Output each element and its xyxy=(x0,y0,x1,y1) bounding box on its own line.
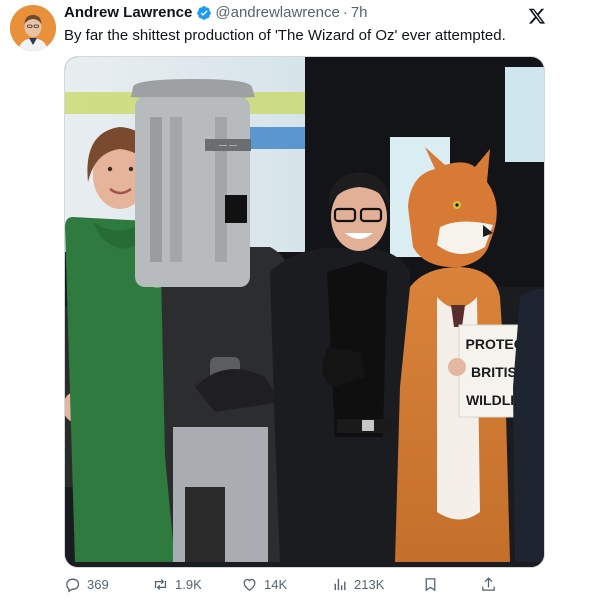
avatar-photo xyxy=(10,5,56,51)
author-name[interactable]: Andrew Lawrence xyxy=(64,4,192,21)
reply-icon xyxy=(66,578,80,592)
like-button[interactable]: 14K xyxy=(241,573,287,595)
reply-button[interactable]: 369 xyxy=(64,573,109,595)
share-icon xyxy=(482,576,495,591)
like-count: 14K xyxy=(264,576,288,592)
views-count: 213K xyxy=(354,576,385,592)
helmet-text: ~~ ~~ xyxy=(219,143,237,150)
x-logo-icon[interactable] xyxy=(528,7,546,25)
verified-badge-icon xyxy=(197,5,212,20)
bookmark-button[interactable] xyxy=(422,573,445,595)
media-photo: ~~ ~~ PROTECT BRITISH WILDLIFE xyxy=(65,57,544,567)
heart-icon xyxy=(243,578,256,591)
reply-count: 369 xyxy=(87,576,109,592)
tweet-header: Andrew Lawrence @andrewlawrence · 7h xyxy=(64,4,368,21)
repost-icon xyxy=(154,578,167,590)
share-button[interactable] xyxy=(480,573,503,595)
views-icon xyxy=(334,578,346,590)
timestamp[interactable]: 7h xyxy=(351,4,368,21)
tweet-text: By far the shittest production of 'The W… xyxy=(64,27,506,44)
views-button[interactable]: 213K xyxy=(331,573,384,595)
bookmark-icon xyxy=(425,577,436,591)
repost-count: 1.9K xyxy=(175,576,202,592)
action-bar: 369 1.9K 14K 213K xyxy=(64,573,500,595)
avatar[interactable] xyxy=(10,5,56,51)
author-handle[interactable]: @andrewlawrence xyxy=(215,4,339,21)
tweet-media[interactable]: ~~ ~~ PROTECT BRITISH WILDLIFE xyxy=(64,56,545,568)
separator-dot: · xyxy=(342,4,348,21)
repost-button[interactable]: 1.9K xyxy=(152,573,202,595)
